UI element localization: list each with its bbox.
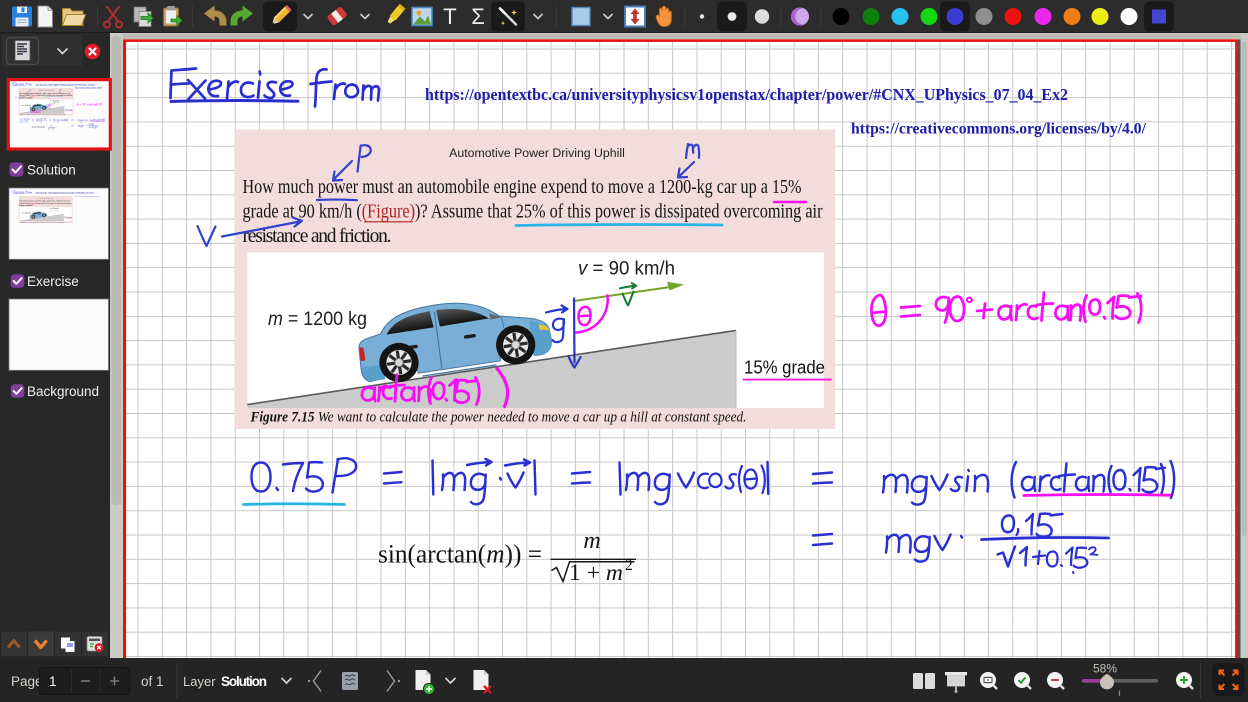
svg-text:15% grade: 15% grade bbox=[744, 357, 825, 378]
svg-text:1 + m: 1 + m bbox=[569, 560, 623, 586]
svg-text:58%: 58% bbox=[1093, 662, 1117, 676]
svg-text:Σ: Σ bbox=[471, 4, 485, 29]
svg-text:T: T bbox=[443, 4, 456, 29]
svg-text:Solution: Solution bbox=[221, 674, 267, 689]
svg-text:Solution: Solution bbox=[27, 163, 76, 178]
svg-text:Layer: Layer bbox=[183, 674, 216, 689]
svg-text:Page: Page bbox=[11, 674, 43, 689]
svg-text:v = 90 km/h: v = 90 km/h bbox=[578, 259, 675, 280]
svg-text:1: 1 bbox=[49, 674, 57, 689]
svg-text:m = 1200 kg: m = 1200 kg bbox=[268, 309, 367, 330]
svg-text:https://creativecommons.org/li: https://creativecommons.org/licenses/by/… bbox=[851, 121, 1147, 138]
svg-text:https://opentextbc.ca/universi: https://opentextbc.ca/universityphysicsv… bbox=[425, 85, 1068, 104]
svg-text:sin(arctan(m)) =: sin(arctan(m)) = bbox=[378, 540, 542, 569]
svg-text:Figure 7.15 We want to calcula: Figure 7.15 We want to calculate the pow… bbox=[250, 409, 747, 426]
svg-text:of 1: of 1 bbox=[141, 674, 164, 689]
svg-text:m: m bbox=[583, 528, 600, 554]
svg-text:How much power must an automob: How much power must an automobile engine… bbox=[243, 177, 802, 198]
svg-text:Automotive Power Driving Uphil: Automotive Power Driving Uphill bbox=[449, 146, 625, 160]
svg-text:Background: Background bbox=[27, 384, 99, 399]
svg-text:Exercise: Exercise bbox=[27, 274, 79, 289]
svg-text:grade at 90 km/h ((Figure))? A: grade at 90 km/h ((Figure))? Assume that… bbox=[243, 201, 823, 222]
